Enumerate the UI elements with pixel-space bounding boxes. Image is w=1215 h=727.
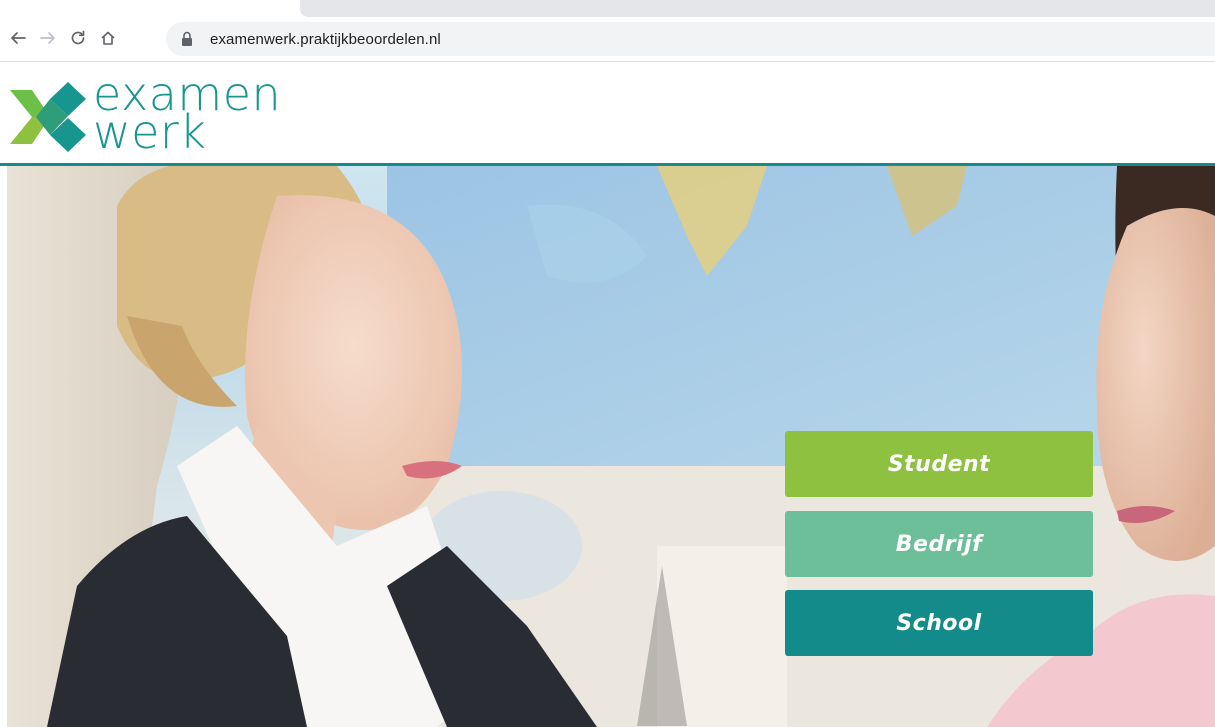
- url-text: examenwerk.praktijkbeoordelen.nl: [210, 30, 441, 48]
- back-arrow-icon[interactable]: [6, 26, 30, 50]
- browser-toolbar: examenwerk.praktijkbeoordelen.nl: [0, 0, 1215, 62]
- logo-mark-icon: [10, 82, 86, 152]
- home-icon[interactable]: [96, 26, 120, 50]
- school-button[interactable]: School: [785, 590, 1093, 656]
- tab-strip: [300, 0, 1215, 17]
- address-bar[interactable]: examenwerk.praktijkbeoordelen.nl: [166, 22, 1215, 56]
- logo[interactable]: examen werk: [10, 70, 310, 160]
- lock-icon: [182, 31, 192, 46]
- forward-arrow-icon[interactable]: [36, 26, 60, 50]
- site-header: examen werk: [0, 62, 1215, 163]
- bedrijf-button[interactable]: Bedrijf: [785, 511, 1093, 577]
- reload-icon[interactable]: [66, 26, 90, 50]
- student-button[interactable]: Student: [785, 431, 1093, 497]
- logo-text-line2: werk: [93, 105, 207, 159]
